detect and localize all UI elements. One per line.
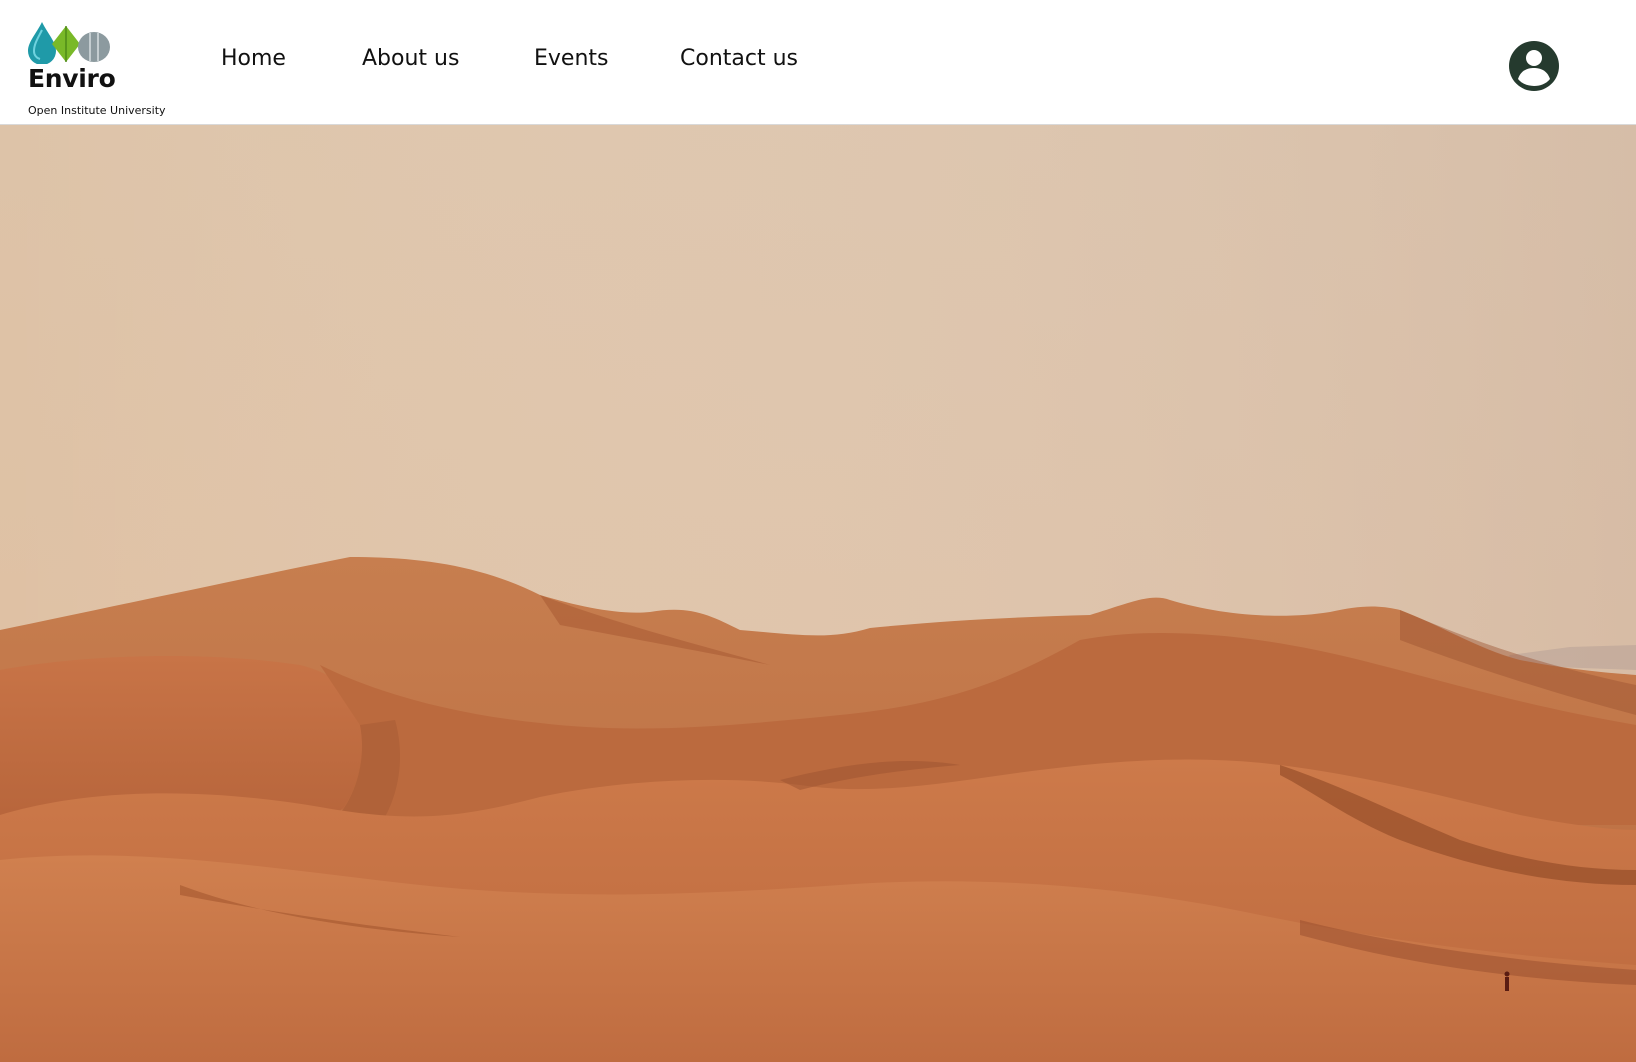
hero-desert-image	[0, 125, 1636, 1062]
user-account-icon	[1509, 41, 1559, 91]
brand-subtitle: Open Institute University	[28, 104, 166, 117]
desert-dunes-photo	[0, 125, 1636, 1062]
nav-home-link[interactable]: Home	[221, 46, 286, 71]
nav-events-link[interactable]: Events	[534, 46, 609, 71]
user-account-button[interactable]	[1509, 41, 1559, 91]
nav-about-link[interactable]: About us	[362, 46, 459, 71]
nav-contact-link[interactable]: Contact us	[680, 46, 798, 71]
site-header: Enviro Open Institute University Home Ab…	[0, 0, 1636, 125]
brand-logo[interactable]: Enviro Open Institute University	[28, 20, 168, 120]
brand-name: Enviro	[28, 64, 116, 93]
water-leaf-stone-logo-icon	[28, 22, 110, 64]
